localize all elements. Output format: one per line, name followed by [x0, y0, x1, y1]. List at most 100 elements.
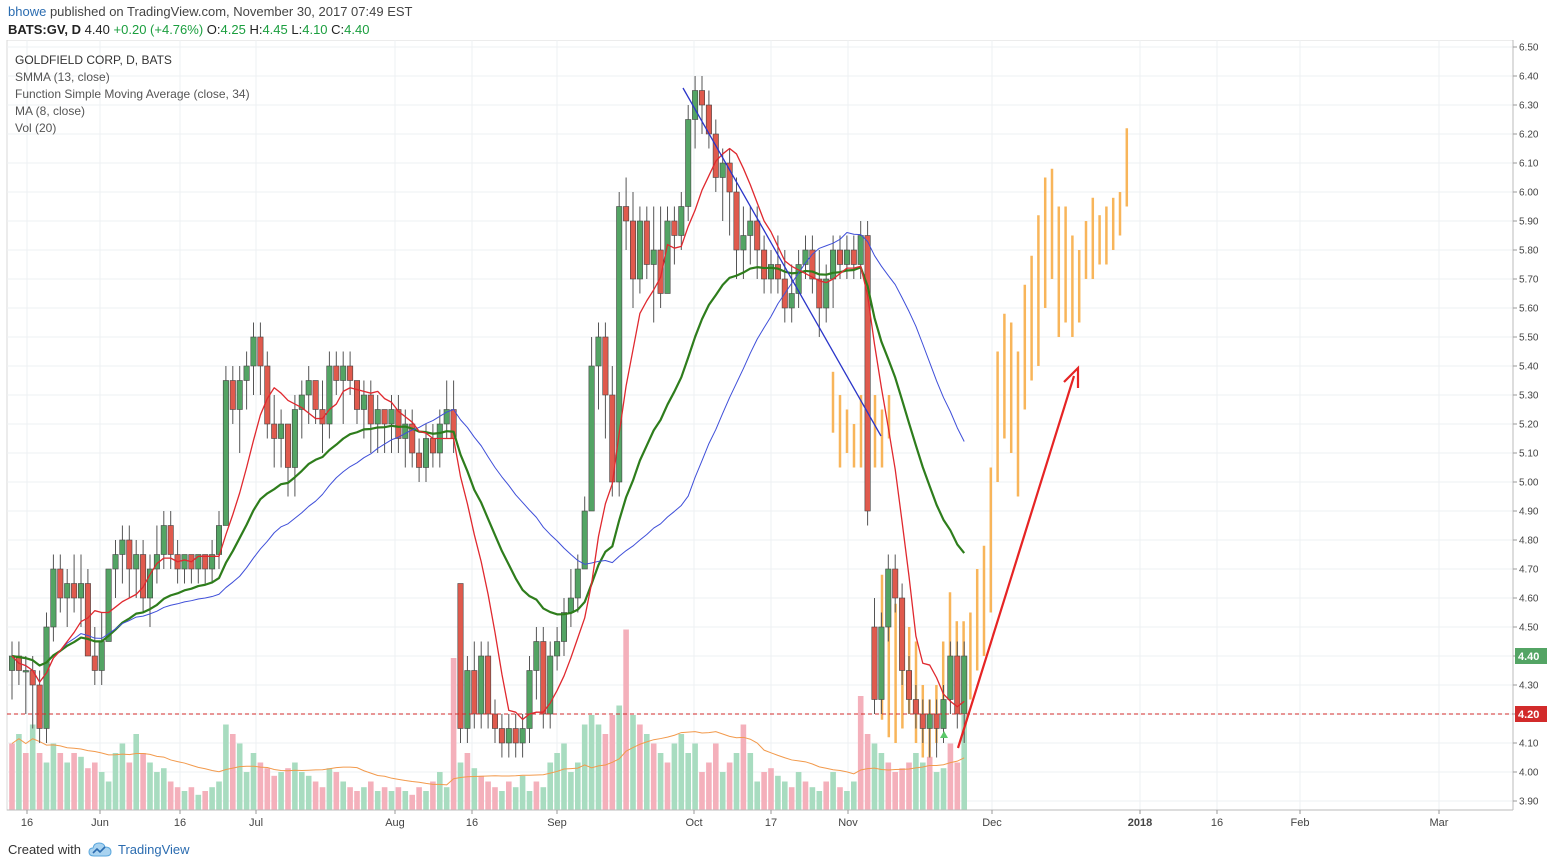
volume-bar [57, 753, 64, 810]
candle [878, 612, 885, 714]
close-value: 4.40 [344, 22, 370, 37]
volume-bar [457, 762, 464, 810]
volume-bar [581, 724, 588, 810]
volume-bar [416, 787, 422, 810]
candle-body [429, 438, 436, 454]
candle-body [43, 626, 50, 729]
candle-body [181, 554, 188, 570]
volume-bar [464, 753, 471, 810]
x-tick-label: Aug [385, 817, 405, 829]
volume-bar [657, 753, 664, 810]
volume-bar [9, 743, 15, 810]
candle [685, 105, 692, 221]
candle [105, 568, 112, 642]
candle-body [229, 380, 236, 410]
volume-bar [561, 743, 567, 810]
y-tick-label: 5.10 [1519, 449, 1539, 460]
low-label: L: [291, 22, 303, 37]
candle-body [554, 641, 561, 657]
candle-body [112, 554, 119, 570]
candle-body [602, 336, 609, 396]
candle-body [395, 409, 402, 439]
volume-bar [312, 781, 319, 810]
candle-body [912, 699, 919, 715]
volume-bar [664, 762, 671, 810]
volume-bar [519, 775, 526, 810]
symbol-label[interactable]: BATS:GV, D [8, 22, 81, 37]
volume-bar [678, 734, 685, 810]
candle [43, 612, 50, 743]
volume-bar [430, 781, 436, 810]
volume-bar [443, 787, 450, 810]
y-tick-label: 5.60 [1519, 304, 1539, 315]
legend-vol: Vol (20) [15, 121, 56, 135]
volume-bar [485, 781, 491, 810]
y-tick-label: 6.40 [1519, 72, 1539, 83]
candle-body [657, 249, 664, 294]
candle-body [712, 133, 719, 178]
x-tick-label: 16 [21, 817, 33, 829]
candle-body [698, 90, 705, 106]
legend-title: GOLDFIELD CORP, D, BATS [15, 53, 172, 67]
x-tick-label: Dec [982, 817, 1002, 829]
candle-body [871, 626, 878, 700]
candle-body [326, 365, 333, 425]
volume-bar [23, 753, 29, 810]
candle [457, 583, 464, 743]
candle-body [623, 206, 630, 222]
volume-bar [499, 791, 505, 810]
volume-bar [595, 724, 602, 810]
volume-bar [685, 753, 691, 810]
volume-bar [713, 743, 719, 810]
volume-bar [706, 762, 712, 810]
volume-bar [588, 715, 595, 810]
volume-bar [492, 787, 498, 810]
volume-bar [92, 762, 98, 810]
candle-body [761, 249, 768, 280]
volume-bar [892, 772, 898, 810]
candle-body [381, 409, 388, 425]
x-tick-label: 16 [174, 817, 186, 829]
volume-bar [782, 781, 788, 810]
volume-bar [878, 753, 885, 810]
price-chart[interactable]: 6.50 6.40 6.30 6.20 6.10 6.00 5.90 5.80 5.70 5.60… [0, 0, 1554, 867]
candle-body [505, 728, 512, 744]
candle-body [526, 670, 533, 729]
volume-bar [512, 787, 519, 810]
candle-body [650, 249, 657, 265]
y-tick-label: 5.30 [1519, 391, 1539, 402]
candle-body [305, 380, 312, 396]
candle-body [843, 249, 850, 265]
quote-line: BATS:GV, D 4.40 +0.20 (+4.76%) O:4.25 H:… [8, 22, 369, 37]
volume-bar [257, 762, 264, 810]
x-tick-label: Jun [91, 817, 109, 829]
tradingview-brand-link[interactable]: TradingView [118, 842, 190, 857]
volume-bar [409, 794, 415, 810]
volume-bar [775, 775, 781, 810]
candle-body [464, 670, 471, 729]
candle-body [119, 539, 126, 555]
volume-bar [920, 762, 926, 810]
y-tick-label: 5.40 [1519, 362, 1539, 373]
candle-body [719, 162, 726, 178]
candle-body [333, 365, 340, 381]
x-tick-label: 17 [765, 817, 777, 829]
y-tick-label: 5.90 [1519, 217, 1539, 228]
candle-body [236, 380, 243, 410]
y-tick-label: 4.00 [1519, 768, 1539, 779]
candle-body [816, 278, 823, 309]
candle-body [747, 220, 754, 236]
volume-bar [381, 787, 388, 810]
volume-bar [264, 768, 271, 810]
author-link[interactable]: bhowe [8, 4, 46, 19]
candle [864, 221, 871, 526]
candle-body [78, 583, 85, 599]
candle-body [257, 336, 264, 367]
candle-body [519, 728, 526, 744]
y-tick-label: 5.50 [1519, 333, 1539, 344]
volume-bar [188, 787, 195, 810]
volume-bar [830, 772, 836, 810]
volume-bar [181, 791, 188, 810]
candle-body [629, 220, 636, 280]
volume-bar [236, 743, 243, 810]
